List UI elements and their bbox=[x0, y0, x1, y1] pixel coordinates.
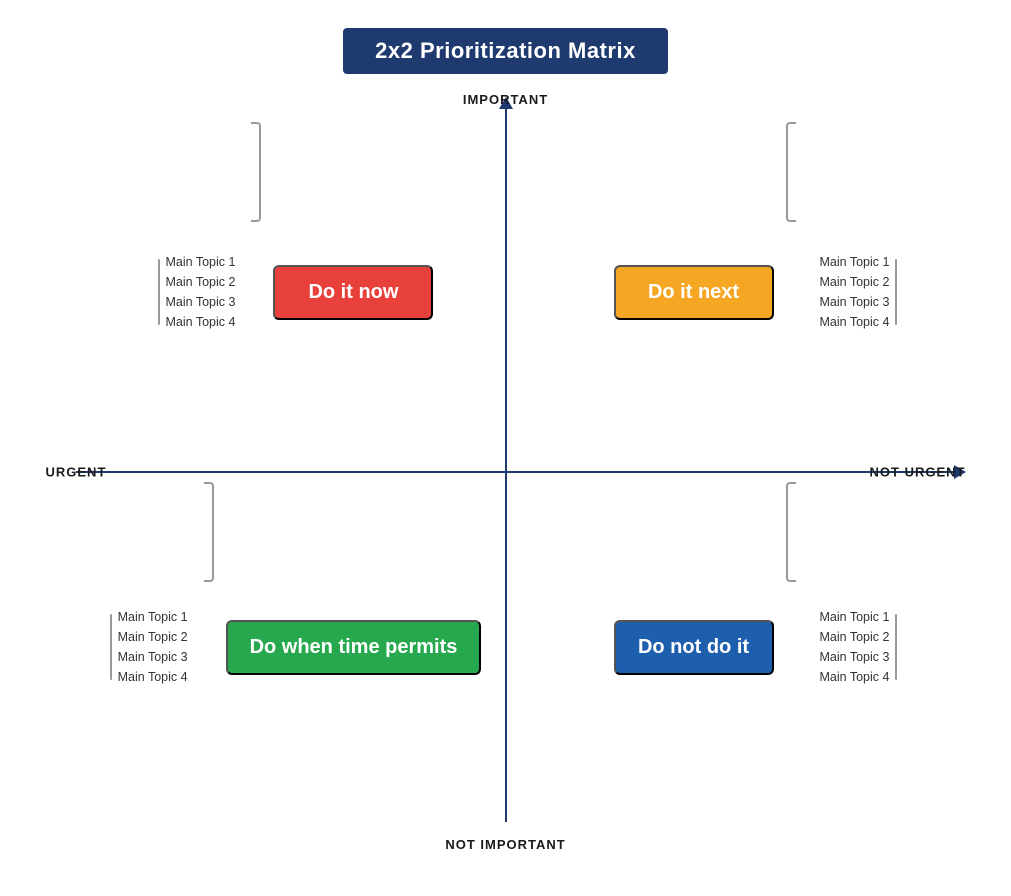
quadrant-bottom-left: Main Topic 1 Main Topic 2 Main Topic 3 M… bbox=[96, 482, 496, 812]
page-title: 2x2 Prioritization Matrix bbox=[343, 28, 668, 74]
brace-top-right bbox=[786, 122, 796, 222]
brace-bottom-left bbox=[204, 482, 214, 582]
brace-bottom-right bbox=[786, 482, 796, 582]
list-item: Main Topic 3 bbox=[820, 650, 890, 664]
list-item: Main Topic 4 bbox=[166, 315, 236, 329]
topic-list-top-left: Main Topic 1 Main Topic 2 Main Topic 3 M… bbox=[158, 255, 236, 329]
list-item: Main Topic 1 bbox=[166, 255, 236, 269]
vertical-axis bbox=[505, 107, 507, 822]
list-item: Main Topic 4 bbox=[820, 670, 890, 684]
do-when-time-permits-button[interactable]: Do when time permits bbox=[226, 620, 482, 675]
list-item: Main Topic 3 bbox=[166, 295, 236, 309]
quadrant-top-left: Main Topic 1 Main Topic 2 Main Topic 3 M… bbox=[96, 122, 496, 462]
quadrant-bottom-right: Do not do it Main Topic 1 Main Topic 2 M… bbox=[556, 482, 956, 812]
list-item: Main Topic 3 bbox=[118, 650, 188, 664]
label-urgent: URGENT bbox=[46, 465, 107, 480]
label-important: IMPORTANT bbox=[463, 92, 548, 107]
quadrant-top-right: Do it next Main Topic 1 Main Topic 2 Mai… bbox=[556, 122, 956, 462]
list-item: Main Topic 1 bbox=[820, 255, 890, 269]
list-item: Main Topic 2 bbox=[820, 275, 890, 289]
topic-list-top-right: Main Topic 1 Main Topic 2 Main Topic 3 M… bbox=[812, 255, 898, 329]
list-item: Main Topic 2 bbox=[118, 630, 188, 644]
list-item: Main Topic 2 bbox=[166, 275, 236, 289]
do-not-do-it-button[interactable]: Do not do it bbox=[614, 620, 774, 675]
horizontal-axis bbox=[76, 471, 956, 473]
list-item: Main Topic 4 bbox=[118, 670, 188, 684]
do-it-now-button[interactable]: Do it now bbox=[273, 265, 433, 320]
brace-top-left bbox=[251, 122, 261, 222]
topic-list-bottom-right: Main Topic 1 Main Topic 2 Main Topic 3 M… bbox=[812, 610, 898, 684]
list-item: Main Topic 3 bbox=[820, 295, 890, 309]
label-not-urgent: NOT URGENT bbox=[870, 465, 966, 480]
list-item: Main Topic 2 bbox=[820, 630, 890, 644]
list-item: Main Topic 4 bbox=[820, 315, 890, 329]
list-item: Main Topic 1 bbox=[820, 610, 890, 624]
matrix-container: IMPORTANT NOT IMPORTANT URGENT NOT URGEN… bbox=[46, 92, 966, 852]
label-not-important: NOT IMPORTANT bbox=[445, 837, 565, 852]
do-it-next-button[interactable]: Do it next bbox=[614, 265, 774, 320]
list-item: Main Topic 1 bbox=[118, 610, 188, 624]
topic-list-bottom-left: Main Topic 1 Main Topic 2 Main Topic 3 M… bbox=[110, 610, 188, 684]
